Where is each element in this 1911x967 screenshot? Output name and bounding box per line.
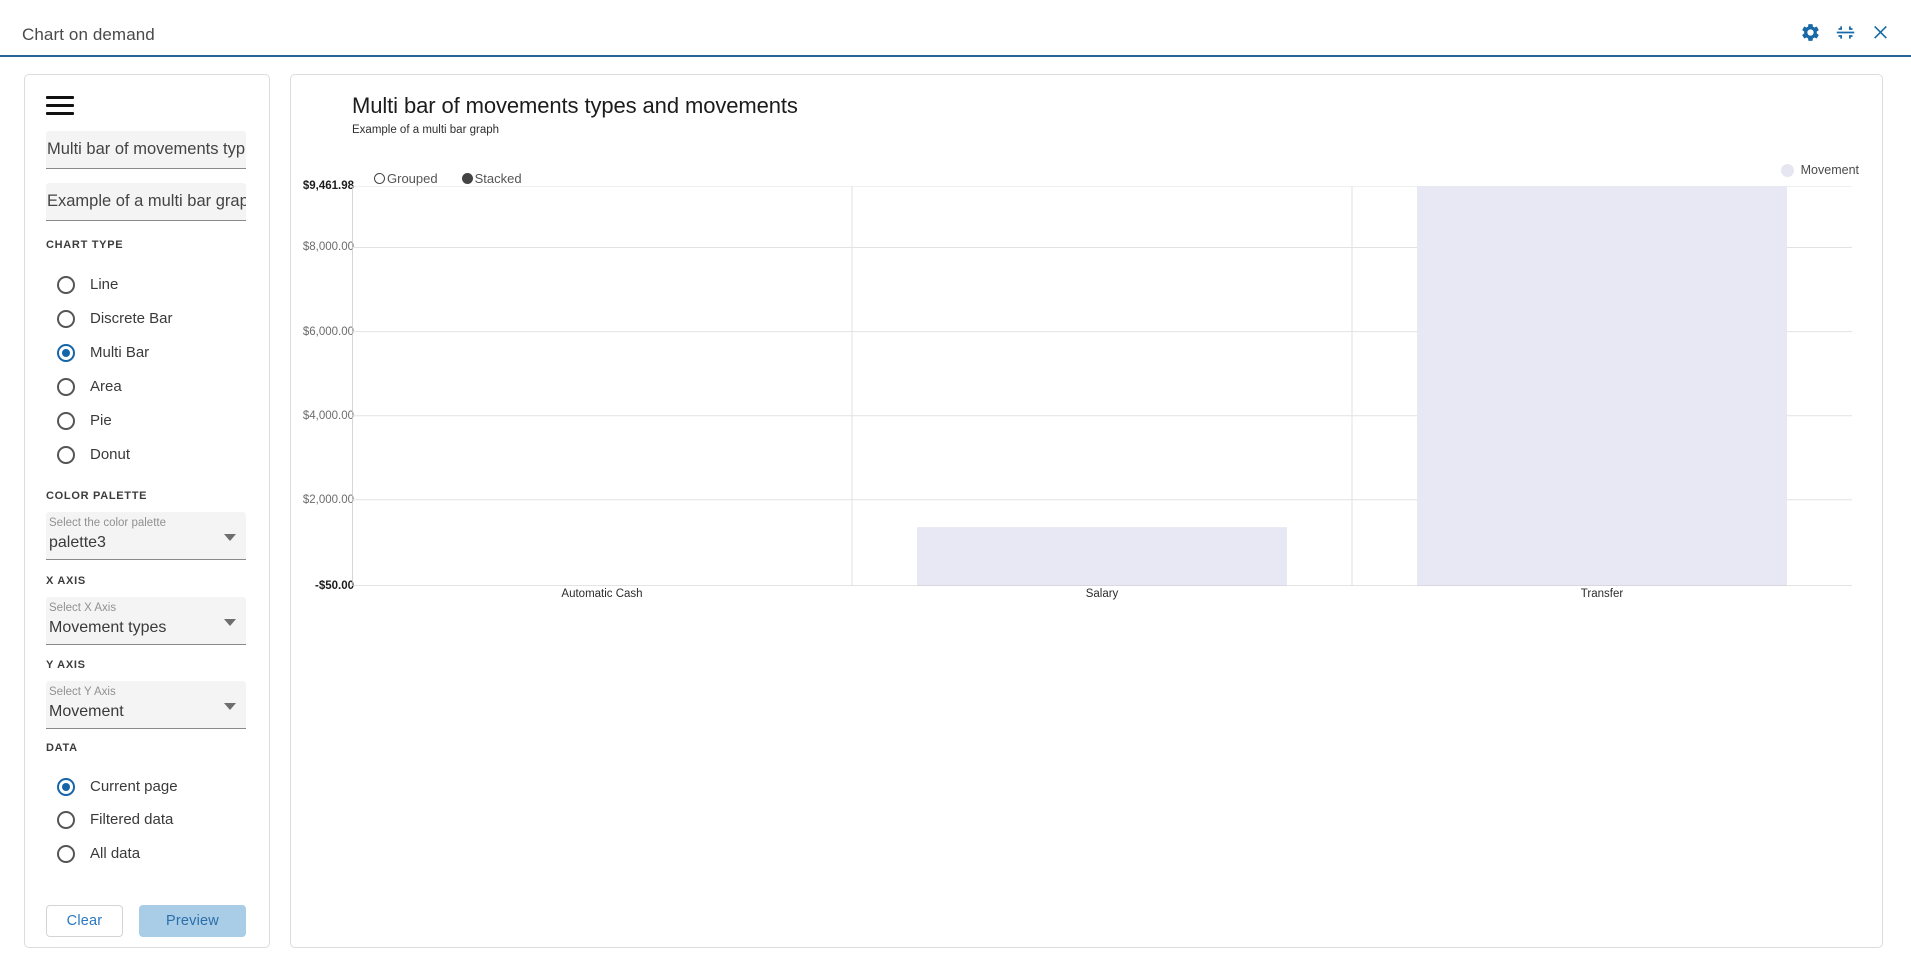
y-axis-select[interactable]: Select Y Axis Movement — [46, 681, 246, 729]
x-axis-select[interactable]: Select X Axis Movement types — [46, 597, 246, 645]
radio-icon — [374, 173, 385, 184]
radio-icon — [57, 411, 75, 430]
x-axis-value: Movement types — [49, 619, 167, 636]
data-option-filtered-data[interactable]: Filtered data — [57, 807, 173, 832]
chart-subtitle-input[interactable]: Example of a multi bar grap — [46, 183, 246, 221]
y-axis-float-label: Select Y Axis — [49, 686, 116, 698]
y-axis-tick-labels: $9,461.98 $8,000.00 $6,000.00 $4,000.00 $2,0… — [284, 180, 354, 592]
chevron-down-icon — [224, 703, 236, 710]
data-option-all-data[interactable]: All data — [57, 841, 140, 866]
chart-type-option-pie[interactable]: Pie — [57, 408, 112, 433]
chart-type-label-discrete-bar: Discrete Bar — [90, 310, 173, 327]
radio-icon — [57, 810, 75, 829]
collapse-icon[interactable] — [1835, 22, 1856, 43]
radio-icon — [57, 844, 75, 863]
y-axis-heading: Y AXIS — [46, 659, 86, 671]
y-tick-label: -$50.00 — [314, 580, 354, 592]
chart-title-input-value: Multi bar of movements typ — [47, 140, 246, 158]
bar-mode-grouped[interactable]: Grouped — [374, 171, 438, 186]
radio-icon-selected — [461, 173, 473, 184]
x-axis-float-label: Select X Axis — [49, 602, 117, 614]
close-icon[interactable] — [1870, 22, 1891, 43]
chart-type-option-area[interactable]: Area — [57, 374, 122, 399]
data-heading: DATA — [46, 742, 78, 754]
bar-mode-controls: Grouped Stacked — [374, 171, 522, 186]
window-title-bar: Chart on demand — [0, 0, 1911, 57]
y-tick-label: $8,000.00 — [302, 241, 354, 254]
clear-button[interactable]: Clear — [46, 905, 123, 937]
data-label-all-data: All data — [90, 845, 141, 862]
hamburger-icon[interactable] — [46, 92, 76, 118]
radio-icon-selected — [57, 777, 75, 796]
y-axis-value: Movement — [49, 703, 124, 720]
chart-type-label-line: Line — [90, 276, 119, 293]
y-tick-label: $4,000.00 — [302, 409, 354, 422]
page-title: Chart on demand — [22, 25, 155, 44]
y-tick-label: $9,461.98 — [302, 180, 354, 192]
chart-legend[interactable]: Movement — [1780, 163, 1859, 177]
radio-icon — [57, 309, 75, 328]
chart-type-label-multi-bar: Multi Bar — [90, 344, 150, 361]
chart-type-option-multi-bar[interactable]: Multi Bar — [57, 340, 149, 365]
gear-icon[interactable] — [1800, 22, 1821, 43]
chart-title-input[interactable]: Multi bar of movements typ — [46, 131, 246, 169]
chart-type-label-area: Area — [90, 378, 122, 395]
color-palette-heading: COLOR PALETTE — [46, 490, 148, 502]
chart-type-option-line[interactable]: Line — [57, 272, 118, 297]
chart-type-heading: CHART TYPE — [46, 239, 124, 251]
x-axis-tick-labels: Automatic Cash Salary Transfer — [352, 588, 1852, 608]
radio-icon — [57, 275, 75, 294]
y-tick-label: $2,000.00 — [302, 493, 354, 506]
chevron-down-icon — [224, 619, 236, 626]
chart-subheading: Example of a multi bar graph — [352, 124, 500, 136]
chart-type-label-donut: Donut — [90, 446, 131, 463]
x-tick-label: Automatic Cash — [561, 588, 643, 600]
data-label-filtered-data: Filtered data — [90, 811, 174, 828]
y-tick-label: $6,000.00 — [302, 325, 354, 338]
color-palette-value: palette3 — [49, 534, 106, 551]
x-axis-heading: X AXIS — [46, 575, 86, 587]
bar-mode-stacked-label: Stacked — [474, 171, 522, 186]
x-tick-label: Transfer — [1580, 588, 1624, 600]
legend-label-movement: Movement — [1800, 163, 1859, 177]
preview-button[interactable]: Preview — [139, 905, 246, 937]
radio-icon — [57, 377, 75, 396]
chart-heading: Multi bar of movements types and movemen… — [352, 93, 798, 118]
color-palette-select[interactable]: Select the color palette palette3 — [46, 512, 246, 560]
data-option-current-page[interactable]: Current page — [57, 774, 178, 799]
bar-mode-grouped-label: Grouped — [387, 171, 438, 186]
legend-swatch-movement — [1780, 163, 1794, 177]
chevron-down-icon — [224, 534, 236, 541]
bar-mode-stacked[interactable]: Stacked — [461, 171, 522, 186]
data-label-current-page: Current page — [90, 778, 178, 795]
radio-icon-selected — [57, 343, 75, 362]
chart-type-option-donut[interactable]: Donut — [57, 442, 130, 467]
bar-chart-plot — [352, 186, 1852, 586]
radio-icon — [57, 445, 75, 464]
color-palette-float-label: Select the color palette — [49, 517, 166, 529]
chart-type-option-discrete-bar[interactable]: Discrete Bar — [57, 306, 173, 331]
window-actions — [1800, 22, 1891, 43]
chart-type-label-pie: Pie — [90, 412, 112, 429]
chart-subtitle-input-value: Example of a multi bar grap — [47, 192, 246, 210]
x-tick-label: Salary — [1085, 588, 1119, 600]
